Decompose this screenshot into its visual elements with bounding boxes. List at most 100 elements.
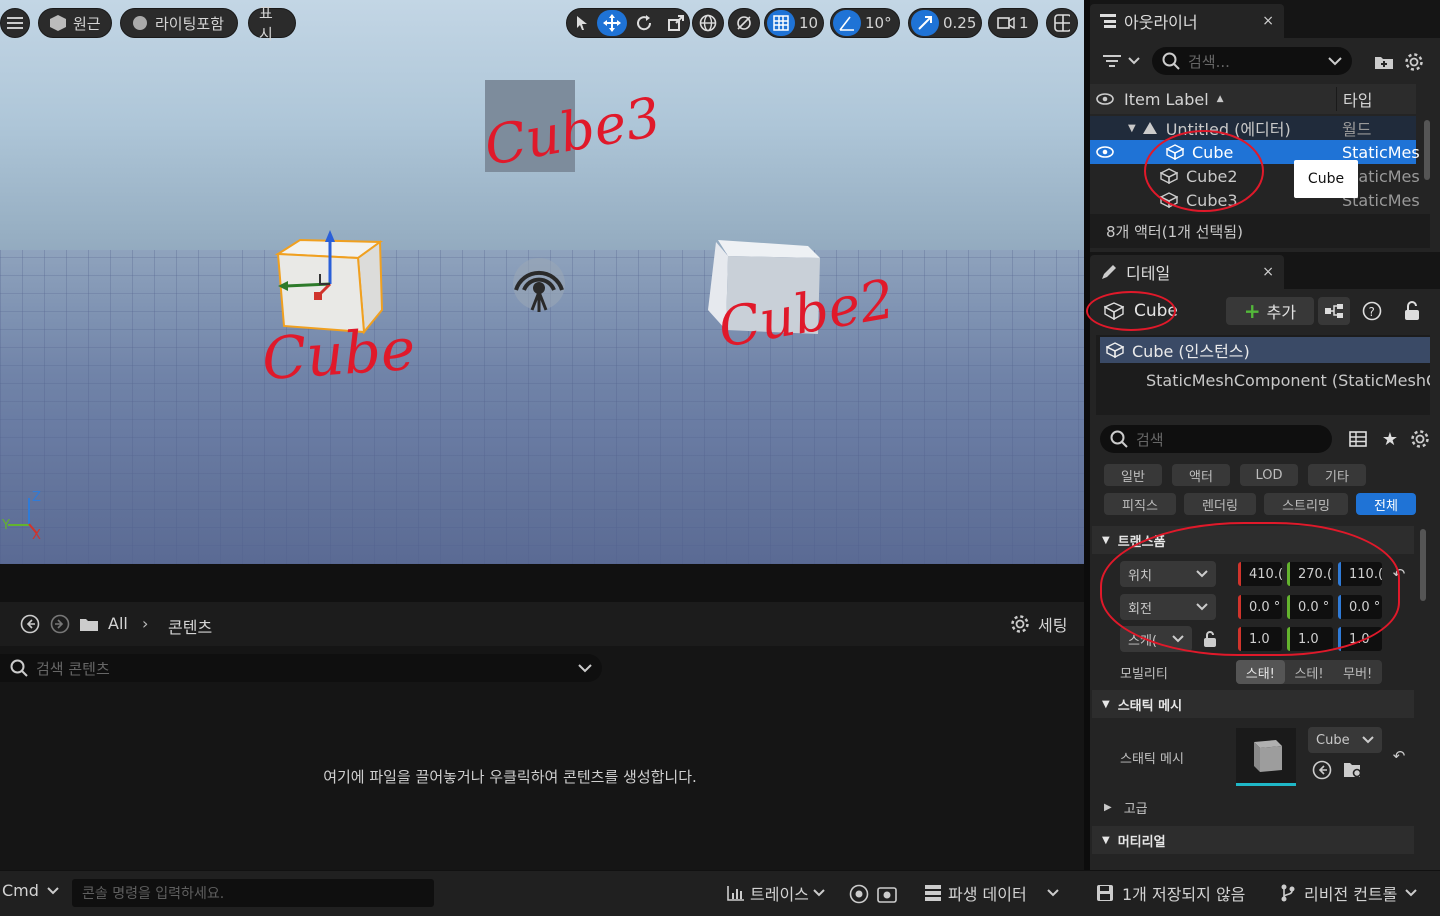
viewport-layout-button[interactable] (1046, 8, 1078, 38)
rotation-snap-value[interactable]: 10° (865, 14, 892, 32)
grid-snap-icon[interactable] (767, 10, 795, 36)
component-row-mesh[interactable]: StaticMeshComponent (StaticMeshC (1100, 367, 1430, 393)
mobility-static[interactable]: 스태! (1236, 660, 1285, 684)
details-scrollbar[interactable] (1420, 529, 1426, 601)
eye-icon[interactable] (1096, 146, 1114, 158)
rotation-snap-control[interactable]: 10° (830, 8, 900, 38)
world-space-toggle[interactable] (692, 8, 724, 38)
show-label: 표시 (259, 4, 273, 43)
advanced-row[interactable]: ▶ 고급 (1092, 794, 1414, 820)
table-view-icon[interactable] (1346, 427, 1370, 451)
filter-streaming[interactable]: 스트리밍 (1264, 493, 1348, 515)
mesh-asset-dropdown[interactable]: Cube (1308, 727, 1382, 753)
record-icon[interactable] (848, 883, 870, 905)
content-search-placeholder: 검색 콘텐츠 (36, 659, 110, 678)
gear-icon[interactable] (1402, 50, 1426, 74)
advanced-label: 고급 (1123, 801, 1148, 817)
player-start-icon[interactable] (508, 256, 570, 316)
filter-physics[interactable]: 피직스 (1104, 493, 1176, 515)
path-root[interactable]: All (108, 614, 128, 633)
help-icon[interactable]: ? (1360, 299, 1384, 323)
grid-snap-control[interactable]: 10 (764, 8, 824, 38)
surface-snap-toggle[interactable] (728, 8, 760, 38)
show-button[interactable]: 표시 (248, 4, 296, 43)
col-item-label[interactable]: Item Label (1124, 90, 1209, 109)
scale-snap-control[interactable]: 0.25 (908, 8, 982, 38)
camera-speed-button[interactable]: 1 (988, 8, 1038, 38)
mesh-thumbnail[interactable] (1236, 728, 1296, 786)
filter-lod[interactable]: LOD (1240, 464, 1298, 486)
rotate-tool-icon[interactable] (629, 10, 659, 36)
outliner-tab[interactable]: 아웃라이너 × (1090, 4, 1284, 38)
forward-icon[interactable] (48, 612, 72, 636)
outliner-scrollbar[interactable] (1424, 120, 1430, 180)
lighting-mode-button[interactable]: 라이팅포함 (120, 8, 238, 38)
blueprint-icon[interactable] (1318, 297, 1350, 325)
component-row-instance[interactable]: Cube (인스턴스) (1100, 337, 1430, 363)
select-tool-icon[interactable] (569, 10, 595, 36)
material-section-header[interactable]: ▼ 머티리얼 (1092, 826, 1414, 854)
content-search-input[interactable]: 검색 콘텐츠 (0, 654, 602, 682)
static-mesh-section-header[interactable]: ▼ 스태틱 메시 (1092, 690, 1414, 718)
cmd-label: Cmd (2, 881, 39, 900)
close-icon[interactable]: × (1262, 264, 1274, 280)
settings-button[interactable]: 세팅 (1010, 612, 1067, 636)
empty-message: 여기에 파일을 끌어놓거나 우클릭하여 콘텐츠를 생성합니다. (323, 768, 697, 786)
chevron-down-icon[interactable] (1328, 56, 1342, 66)
reset-icon[interactable]: ↶ (1390, 746, 1408, 766)
content-browser: All › 콘텐츠 세팅 검색 콘텐츠 여기에 파일을 끌어놓거나 우클릭하여 … (0, 564, 1084, 870)
cmd-dropdown[interactable]: Cmd (2, 881, 59, 900)
filter-icon[interactable] (1102, 50, 1144, 72)
use-selected-asset-icon[interactable] (1310, 758, 1334, 782)
grid-snap-value[interactable]: 10 (799, 14, 818, 32)
cube-thumbnail-icon (1254, 739, 1282, 772)
path-child[interactable]: 콘텐츠 (168, 614, 212, 638)
move-tool-icon[interactable] (597, 10, 627, 36)
scale-tool-icon[interactable] (661, 10, 691, 36)
outliner-row-type: 월드 (1342, 120, 1372, 139)
transform-gizmo[interactable] (276, 228, 346, 308)
trace-icon (727, 886, 744, 901)
lock-icon[interactable] (1400, 299, 1424, 323)
gear-icon[interactable] (1408, 427, 1432, 451)
filter-other[interactable]: 기타 (1308, 464, 1366, 486)
outliner-search-input[interactable]: 검색... (1152, 47, 1352, 75)
scale-snap-icon[interactable] (911, 10, 939, 36)
viewport-menu-button[interactable] (0, 8, 30, 38)
col-type[interactable]: 타입 (1336, 87, 1372, 111)
outliner-row-world[interactable]: ▼ Untitled (에디터) 월드 (1090, 116, 1416, 140)
svg-text:?: ? (1369, 305, 1375, 319)
console-input[interactable]: 콘솔 명령을 입력하세요. (72, 879, 434, 907)
chevron-down-icon (1046, 889, 1059, 897)
mobility-stationary[interactable]: 스테! (1285, 660, 1334, 684)
filter-rendering[interactable]: 렌더링 (1184, 493, 1256, 515)
details-search-input[interactable]: 검색 (1100, 425, 1332, 453)
actor-count: 8개 액터(1개 선택됨) (1106, 222, 1243, 241)
chevron-down-icon[interactable]: ▼ (1128, 123, 1136, 134)
back-icon[interactable] (18, 612, 42, 636)
revision-control-button[interactable]: 리비전 컨트롤 (1280, 881, 1418, 905)
add-folder-icon[interactable] (1372, 50, 1396, 74)
filter-actor[interactable]: 액터 (1172, 464, 1230, 486)
add-component-button[interactable]: + 추가 (1226, 297, 1314, 325)
eye-icon[interactable] (1096, 93, 1114, 105)
component-label: Cube (인스턴스) (1132, 342, 1250, 361)
perspective-button[interactable]: 원근 (38, 8, 112, 38)
mobility-movable[interactable]: 무버! (1333, 660, 1382, 684)
filter-all[interactable]: 전체 (1356, 493, 1416, 515)
outliner-footer: 8개 액터(1개 선택됨) (1090, 214, 1430, 248)
filter-general[interactable]: 일반 (1104, 464, 1162, 486)
level-viewport[interactable]: Cube3 Cube Cube2 Z Y X 원근 라이팅포함 표시 10 10… (0, 0, 1084, 564)
angle-snap-icon[interactable] (833, 10, 861, 36)
close-icon[interactable]: × (1262, 13, 1274, 29)
browse-asset-icon[interactable] (1342, 758, 1366, 782)
chevron-down-icon[interactable] (578, 663, 592, 673)
star-icon[interactable]: ★ (1378, 427, 1402, 451)
derived-data-label: 파생 데이터 (948, 885, 1027, 904)
details-tab[interactable]: 디테일 × (1090, 255, 1284, 289)
derived-data-button[interactable]: 파생 데이터 (924, 881, 1059, 905)
scale-snap-value[interactable]: 0.25 (943, 14, 976, 32)
unsaved-button[interactable]: 1개 저장되지 않음 (1096, 881, 1245, 905)
screenshot-icon[interactable] (876, 883, 898, 905)
trace-button[interactable]: 트레이스 (726, 881, 825, 905)
